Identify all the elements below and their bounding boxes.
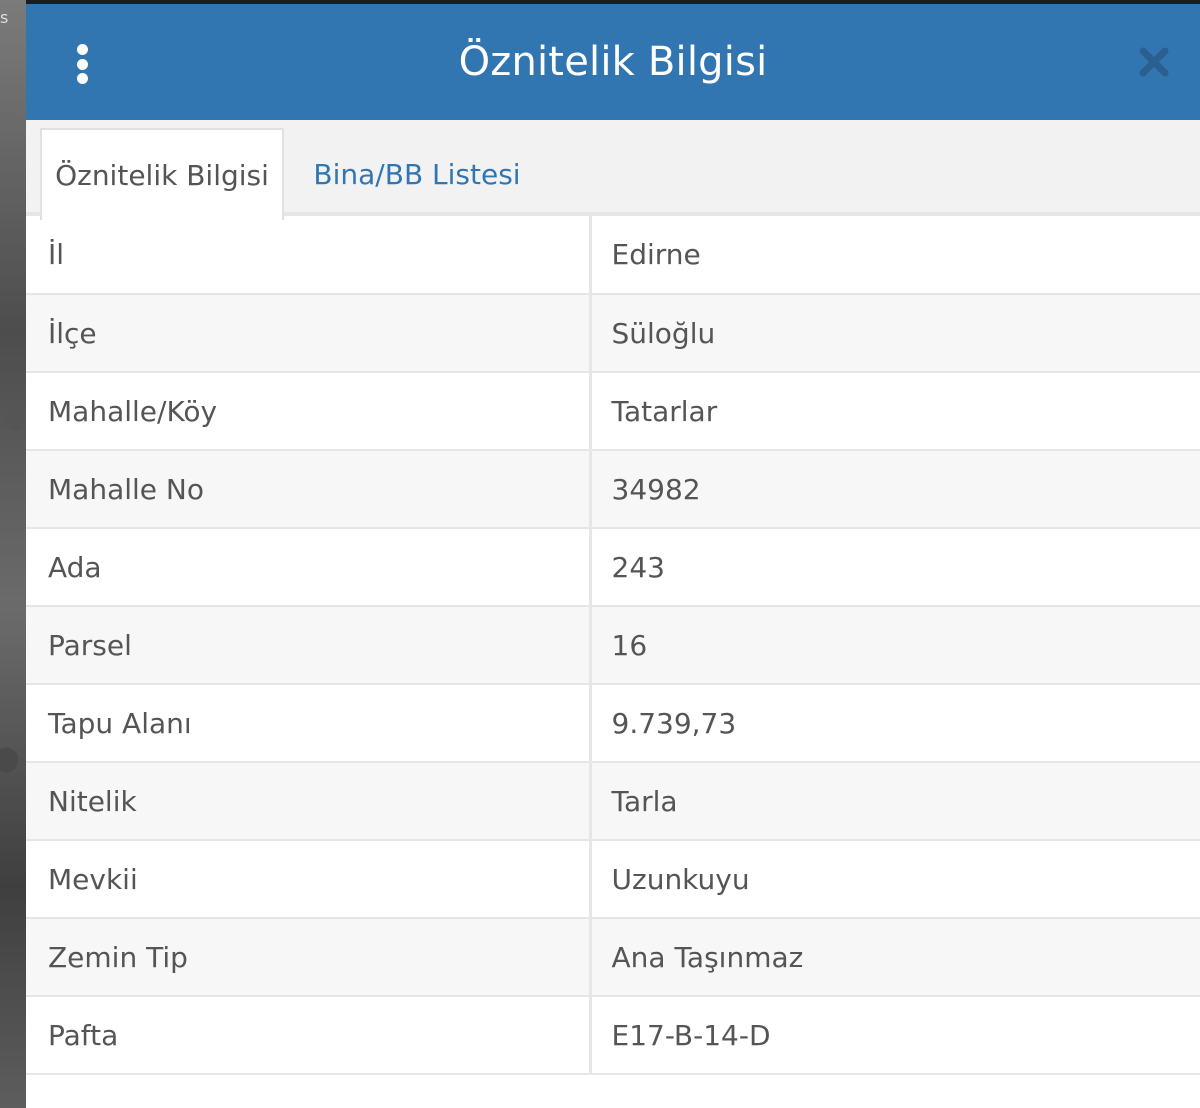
attribute-key: İlçe <box>26 294 592 373</box>
map-background[interactable]: s <box>0 0 26 1108</box>
table-row: İl Edirne <box>26 216 1200 295</box>
attribute-value: 34982 <box>590 450 1200 529</box>
table-row: Zemin Tip Ana Taşınmaz <box>26 918 1200 997</box>
tab-attribute-info[interactable]: Öznitelik Bilgisi <box>40 128 284 220</box>
attribute-value: Ana Taşınmaz <box>590 918 1200 997</box>
attribute-value: E17-B-14-D <box>590 996 1200 1075</box>
attribute-value: Uzunkuyu <box>590 840 1200 919</box>
table-row: Mahalle/Köy Tatarlar <box>26 372 1200 451</box>
attribute-key: Mahalle/Köy <box>26 372 592 451</box>
attribute-key: Nitelik <box>26 762 592 841</box>
attribute-key: İl <box>26 216 592 295</box>
table-row: Tapu Alanı 9.739,73 <box>26 684 1200 763</box>
attribute-key: Zemin Tip <box>26 918 592 997</box>
attribute-value: 16 <box>590 606 1200 685</box>
close-icon[interactable] <box>1138 44 1170 80</box>
attribute-value: 243 <box>590 528 1200 607</box>
attribute-key: Ada <box>26 528 592 607</box>
attribute-value: Tarla <box>590 762 1200 841</box>
map-corner-text: s <box>0 8 9 27</box>
tab-bar: Öznitelik Bilgisi Bina/BB Listesi <box>26 120 1200 220</box>
attribute-info-panel: Öznitelik Bilgisi Öznitelik Bilgisi Bina… <box>26 4 1200 1108</box>
attribute-value: Edirne <box>590 216 1200 295</box>
attribute-key: Mahalle No <box>26 450 592 529</box>
table-row: Nitelik Tarla <box>26 762 1200 841</box>
attribute-key: Parsel <box>26 606 592 685</box>
panel-title: Öznitelik Bilgisi <box>458 39 768 85</box>
table-row: Mahalle No 34982 <box>26 450 1200 529</box>
attribute-key: Mevkii <box>26 840 592 919</box>
attribute-value: 9.739,73 <box>590 684 1200 763</box>
vertical-ellipsis-icon[interactable] <box>74 44 90 84</box>
table-row: Pafta E17-B-14-D <box>26 996 1200 1075</box>
tab-building-list[interactable]: Bina/BB Listesi <box>298 128 536 220</box>
attribute-key: Tapu Alanı <box>26 684 592 763</box>
attribute-table: İl Edirne İlçe Süloğlu Mahalle/Köy Tatar… <box>26 216 1200 1075</box>
attribute-key: Pafta <box>26 996 592 1075</box>
table-row: Ada 243 <box>26 528 1200 607</box>
attribute-value: Tatarlar <box>590 372 1200 451</box>
table-row: Parsel 16 <box>26 606 1200 685</box>
table-row: Mevkii Uzunkuyu <box>26 840 1200 919</box>
table-row: İlçe Süloğlu <box>26 294 1200 373</box>
attribute-value: Süloğlu <box>590 294 1200 373</box>
panel-header: Öznitelik Bilgisi <box>26 4 1200 120</box>
